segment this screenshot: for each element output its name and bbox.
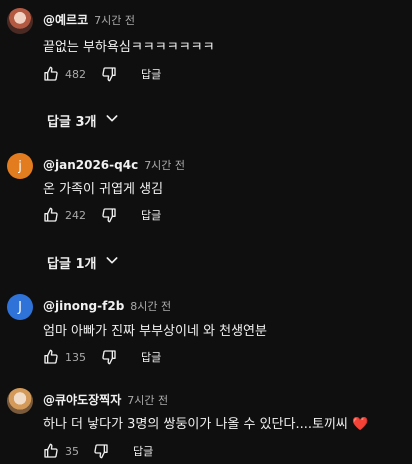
view-replies-button[interactable]: 답글 3개: [47, 110, 120, 130]
comment-time[interactable]: 8시간 전: [130, 298, 171, 314]
thumbs-up-icon[interactable]: [43, 66, 59, 82]
avatar[interactable]: [7, 388, 33, 414]
avatar[interactable]: j: [7, 153, 33, 179]
comment-author[interactable]: @jinong-f2b: [43, 299, 124, 313]
like-count: 135: [65, 350, 86, 364]
thumbs-up-icon[interactable]: [43, 207, 59, 223]
comment-text: 끝없는 부하욕심ㅋㅋㅋㅋㅋㅋㅋ: [43, 40, 215, 55]
avatar[interactable]: J: [7, 294, 33, 320]
comment-author[interactable]: @jan2026-q4c: [43, 158, 138, 172]
thumbs-down-icon[interactable]: [101, 349, 117, 365]
chevron-down-icon: [96, 110, 120, 130]
thumbs-down-icon[interactable]: [101, 66, 117, 82]
heart-emoji: ❤️: [352, 417, 369, 432]
comment-text: 온 가족이 귀엽게 생김: [43, 182, 164, 197]
reply-button[interactable]: 답글: [141, 207, 161, 223]
reply-button[interactable]: 답글: [141, 349, 161, 365]
comment-time[interactable]: 7시간 전: [127, 392, 168, 408]
like-count: 35: [65, 444, 79, 458]
comment-text-body: 하나 더 낳다가 3명의 쌍둥이가 나올 수 있단다....토끼씨: [43, 417, 348, 432]
avatar[interactable]: [7, 8, 33, 34]
comment-text: 하나 더 낳다가 3명의 쌍둥이가 나올 수 있단다....토끼씨 ❤️: [43, 413, 368, 432]
thumbs-down-icon[interactable]: [101, 207, 117, 223]
thumbs-up-icon[interactable]: [43, 349, 59, 365]
replies-count-label: 답글 1개: [47, 256, 97, 272]
like-count: 482: [65, 67, 86, 81]
comment-text: 엄마 아빠가 진짜 부부상이네 와 천생연분: [43, 324, 267, 339]
thumbs-up-icon[interactable]: [43, 443, 59, 459]
replies-count-label: 답글 3개: [47, 114, 97, 130]
like-count: 242: [65, 208, 86, 222]
view-replies-button[interactable]: 답글 1개: [47, 252, 120, 272]
thumbs-down-icon[interactable]: [93, 443, 109, 459]
comment-time[interactable]: 7시간 전: [94, 12, 135, 28]
comment-time[interactable]: 7시간 전: [144, 157, 185, 173]
reply-button[interactable]: 답글: [141, 66, 161, 82]
chevron-down-icon: [96, 252, 120, 272]
reply-button[interactable]: 답글: [133, 443, 153, 459]
comment-author[interactable]: @예르코: [43, 11, 88, 28]
comment-author[interactable]: @큐야도장찍자: [43, 391, 121, 408]
